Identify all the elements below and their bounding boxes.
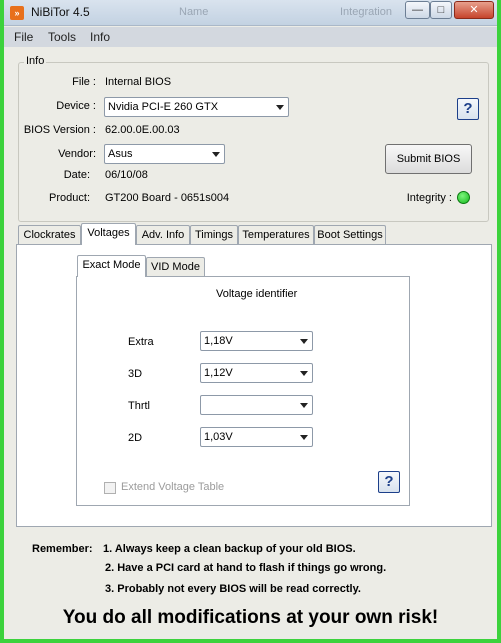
minimize-button[interactable]: — <box>405 1 430 19</box>
product-label: Product: <box>49 192 90 204</box>
tab-clockrates[interactable]: Clockrates <box>18 225 81 245</box>
maximize-button[interactable]: □ <box>430 1 452 19</box>
voltage-value-3d: 1,12V <box>204 367 233 379</box>
vendor-select-value: Asus <box>108 148 133 160</box>
menu-tools[interactable]: Tools <box>48 30 76 44</box>
voltage-value-2d: 1,03V <box>204 431 233 443</box>
tab-temperatures[interactable]: Temperatures <box>238 225 314 245</box>
chevron-down-icon <box>300 435 308 440</box>
voltage-select-2d[interactable]: 1,03V <box>200 427 313 447</box>
voltage-select-thrtl[interactable] <box>200 395 313 415</box>
bios-version-value: 62.00.0E.00.03 <box>105 124 180 136</box>
chevron-down-icon <box>212 152 220 157</box>
device-select[interactable]: Nvidia PCI-E 260 GTX <box>104 97 289 117</box>
note-line: 1. Always keep a clean backup of your ol… <box>103 543 356 555</box>
menu-bar: File Tools Info <box>4 27 497 47</box>
subtab-exact-mode[interactable]: Exact Mode <box>77 255 146 277</box>
voltage-select-extra[interactable]: 1,18V <box>200 331 313 351</box>
device-label: Device : <box>56 100 96 112</box>
submit-bios-button[interactable]: Submit BIOS <box>385 144 472 174</box>
app-window: » NiBiTor 4.5 Name Integration — □ ✕ Fil… <box>0 0 501 643</box>
menu-info[interactable]: Info <box>90 30 110 44</box>
chevron-down-icon <box>276 105 284 110</box>
close-button[interactable]: ✕ <box>454 1 494 19</box>
tab-adv-info[interactable]: Adv. Info <box>136 225 190 245</box>
chevron-down-icon <box>300 403 308 408</box>
chevron-down-icon <box>300 371 308 376</box>
integrity-status-indicator <box>457 191 470 204</box>
extend-voltage-table-label: Extend Voltage Table <box>121 481 225 493</box>
bios-version-label: BIOS Version : <box>23 124 96 136</box>
date-label: Date: <box>63 169 90 181</box>
background-window-title: Name <box>179 6 209 18</box>
help-icon[interactable]: ? <box>457 98 479 120</box>
info-group-label: Info <box>24 55 47 67</box>
product-value: GT200 Board - 0651s004 <box>105 192 230 204</box>
extend-voltage-table-checkbox[interactable] <box>104 482 116 494</box>
voltage-label-2d: 2D <box>128 432 143 444</box>
voltage-label-extra: Extra <box>128 336 154 348</box>
subtab-vid-mode[interactable]: VID Mode <box>146 257 205 277</box>
app-logo-icon: » <box>10 6 24 20</box>
background-window-title: Integration <box>340 6 392 18</box>
vendor-label: Vendor: <box>58 148 96 160</box>
voltage-select-3d[interactable]: 1,12V <box>200 363 313 383</box>
voltage-identifier-heading: Voltage identifier <box>216 288 298 300</box>
chevron-down-icon <box>300 339 308 344</box>
tab-boot-settings[interactable]: Boot Settings <box>314 225 386 245</box>
window-title: NiBiTor 4.5 <box>31 5 90 19</box>
title-bar[interactable]: » NiBiTor 4.5 Name Integration — □ ✕ <box>4 0 497 26</box>
voltage-label-3d: 3D <box>128 368 143 380</box>
tab-voltages[interactable]: Voltages <box>81 223 136 245</box>
risk-warning: You do all modifications at your own ris… <box>62 607 439 628</box>
vendor-select[interactable]: Asus <box>104 144 225 164</box>
voltage-label-thrtl: Thrtl <box>128 400 150 412</box>
file-label: File : <box>72 76 96 88</box>
voltage-value-extra: 1,18V <box>204 335 233 347</box>
device-select-value: Nvidia PCI-E 260 GTX <box>108 101 219 113</box>
tab-timings[interactable]: Timings <box>190 225 238 245</box>
exact-mode-panel <box>76 276 410 506</box>
help-icon[interactable]: ? <box>378 471 400 493</box>
note-line: 2. Have a PCI card at hand to flash if t… <box>105 562 387 574</box>
file-value: Internal BIOS <box>105 76 172 88</box>
integrity-label: Integrity : <box>406 192 452 204</box>
remember-label: Remember: <box>32 543 93 555</box>
note-line: 3. Probably not every BIOS will be read … <box>105 583 361 595</box>
date-value: 06/10/08 <box>105 169 148 181</box>
menu-file[interactable]: File <box>14 30 33 44</box>
